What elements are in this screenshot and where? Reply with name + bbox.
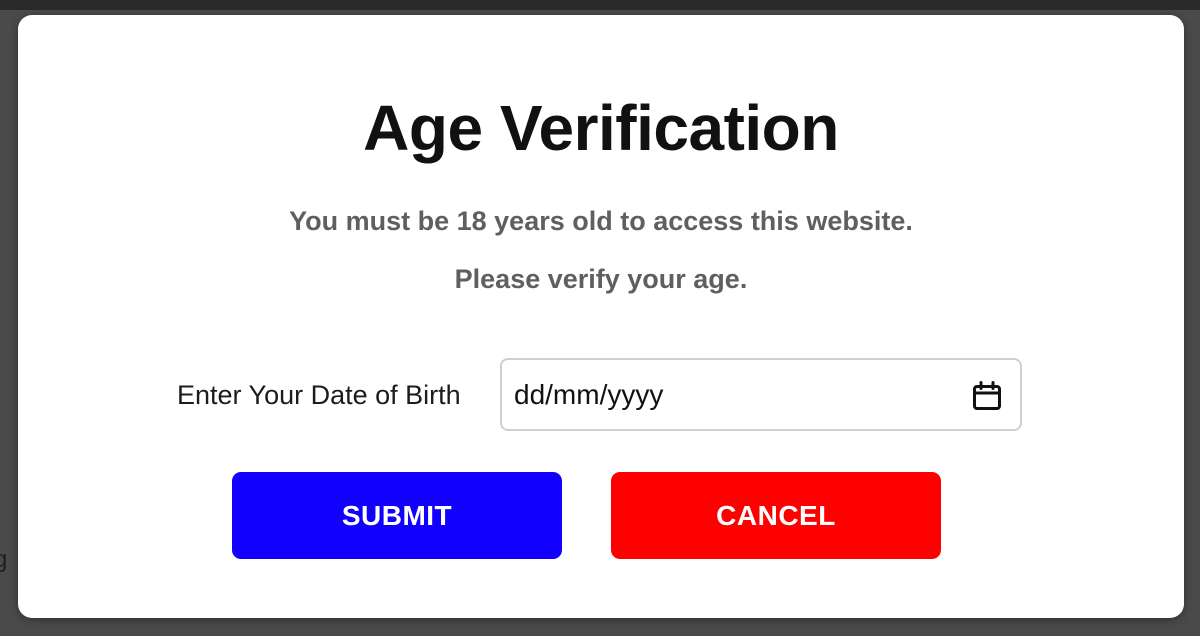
modal-title: Age Verification <box>363 92 839 164</box>
dob-label: Enter Your Date of Birth <box>177 380 461 410</box>
dob-placeholder: dd/mm/yyyy <box>514 379 664 410</box>
cancel-button[interactable]: CANCEL <box>611 472 941 559</box>
backdrop-top-bar <box>0 0 1200 10</box>
calendar-icon-graphic <box>973 381 1001 410</box>
calendar-icon[interactable] <box>971 380 1003 412</box>
age-verification-modal: Age Verification You must be 18 years ol… <box>18 15 1184 618</box>
age-requirement-message: You must be 18 years old to access this … <box>289 206 913 236</box>
background-partial-text: g <box>0 546 8 573</box>
submit-button[interactable]: SUBMIT <box>232 472 562 559</box>
verify-age-message: Please verify your age. <box>454 264 748 294</box>
dob-date-input[interactable]: dd/mm/yyyy <box>500 358 1022 431</box>
